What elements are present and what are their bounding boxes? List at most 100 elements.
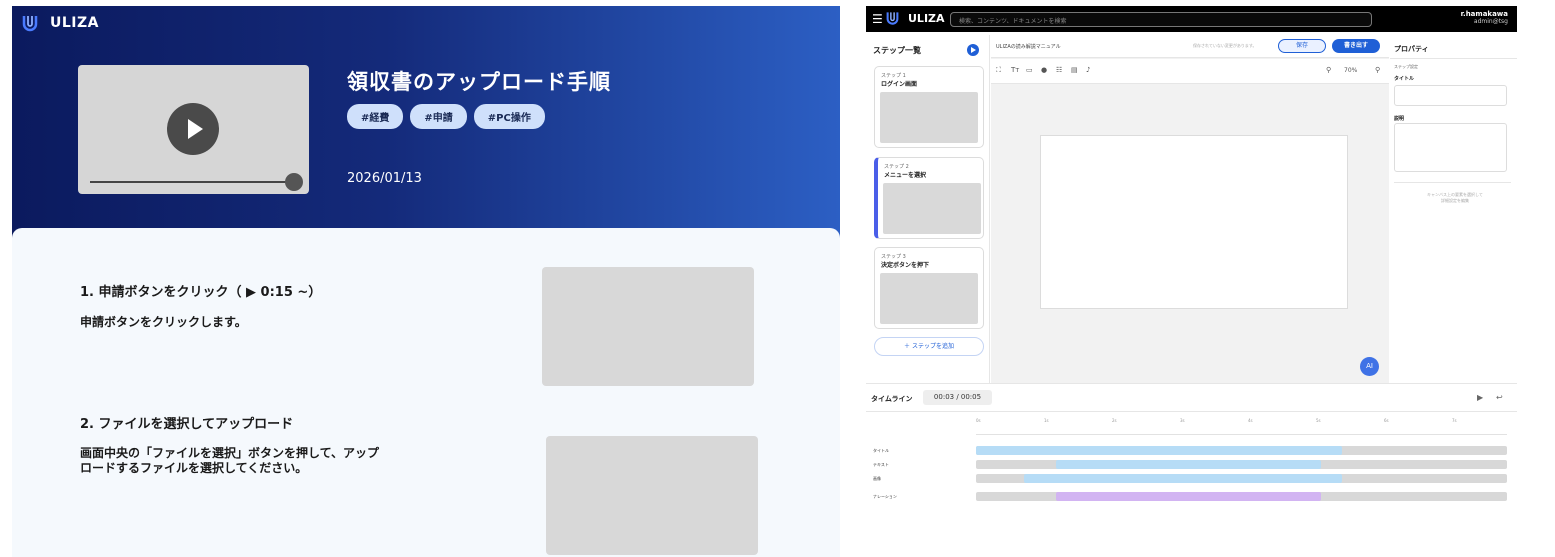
track-label: テキスト — [873, 462, 889, 467]
frame-icon[interactable]: ⛶ — [996, 66, 1001, 75]
step-thumbnail — [880, 92, 978, 143]
page-title: 領収書のアップロード手順 — [347, 70, 611, 94]
slide-canvas[interactable] — [1040, 135, 1348, 309]
step-title: メニューを選択 — [884, 172, 927, 179]
viewer-brand[interactable]: ULIZA — [22, 14, 99, 32]
timeline-clip[interactable] — [1055, 460, 1322, 469]
tag-chip[interactable]: #PC操作 — [473, 104, 545, 129]
document-bar: ULIZAの読み解説マニュアル 保存されていない変更があります。 保存 書き出す — [991, 35, 1389, 58]
layout-tool-icon[interactable]: ▤ — [1071, 66, 1078, 74]
seek-bar[interactable] — [90, 181, 295, 183]
list-tool-icon[interactable]: ☷ — [1056, 66, 1062, 74]
hint-line: 詳細設定を編集 — [1441, 198, 1469, 203]
properties-hint: キャンバス上の要素を選択して 詳細設定を編集 — [1400, 192, 1510, 204]
tag-chip[interactable]: #経費 — [347, 104, 404, 129]
divider — [866, 411, 1517, 412]
timeline-track[interactable] — [976, 460, 1507, 469]
properties-panel: プロパティ ステップ設定 タイトル 説明 キャンバス上の要素を選択して 詳細設定… — [1390, 35, 1517, 383]
timecode: 00:03 / 00:05 — [923, 390, 992, 405]
step-description-line: 画面中央の「ファイルを選択」ボタンを押して、アップ — [80, 446, 380, 460]
search-input[interactable]: 検索、コンテンツ、ドキュメントを検索 — [950, 12, 1372, 27]
title-input[interactable] — [1394, 85, 1507, 106]
step-card-active[interactable]: ステップ 2 メニューを選択 — [874, 157, 984, 239]
video-player[interactable] — [78, 65, 309, 194]
editor-panel: ☰ ULIZA 検索、コンテンツ、ドキュメントを検索 r.hamakawa ad… — [866, 6, 1517, 557]
user-account[interactable]: r.hamakawa admin@tsg — [1461, 10, 1508, 25]
zoom-in-icon[interactable]: ⚲ — [1375, 66, 1380, 74]
play-icon[interactable]: ▶ — [1477, 393, 1483, 402]
timeline-clip[interactable] — [1055, 492, 1322, 501]
seek-handle[interactable] — [285, 173, 303, 191]
user-name: r.hamakawa — [1460, 10, 1508, 18]
top-navbar: ☰ ULIZA 検索、コンテンツ、ドキュメントを検索 r.hamakawa ad… — [866, 6, 1517, 32]
timeline-tick-label: 5s — [1316, 418, 1321, 423]
hero-banner: ULIZA 領収書のアップロード手順 #経費 #申請 #PC操作 2026/01… — [12, 6, 840, 242]
menu-icon[interactable]: ☰ — [872, 12, 883, 26]
step-heading[interactable]: 2. ファイルを選択してアップロード — [80, 413, 293, 432]
brand-name: ULIZA — [50, 15, 99, 31]
canvas-toolbar: ⛶ Tт ▭ ● ☷ ▤ ♪ ⚲ 70% ⚲ — [991, 59, 1389, 84]
timeline-track[interactable] — [976, 492, 1507, 501]
text-tool-icon[interactable]: Tт — [1011, 66, 1019, 74]
document-name[interactable]: ULIZAの読み解説マニュアル — [996, 43, 1061, 50]
image-tool-icon[interactable]: ▭ — [1026, 66, 1033, 74]
timeline-tick-label: 0s — [976, 418, 981, 423]
step-heading[interactable]: 1. 申請ボタンをクリック（ ▶ 0:15 ~） — [80, 281, 321, 300]
properties-title: プロパティ — [1394, 45, 1429, 53]
track-label: 画像 — [873, 476, 881, 481]
divider — [1390, 58, 1517, 59]
step-title: ログイン画面 — [881, 81, 918, 88]
save-button[interactable]: 保存 — [1278, 39, 1326, 53]
tag-chip[interactable]: #申請 — [410, 104, 467, 129]
step-description: 申請ボタンをクリックします。 — [80, 315, 247, 329]
timeline-track[interactable] — [976, 446, 1507, 455]
step-number: ステップ 1 — [881, 73, 906, 79]
timeline-tick-label: 7s — [1452, 418, 1457, 423]
uliza-logo-icon — [886, 12, 899, 25]
ai-assistant-button[interactable]: AI — [1360, 357, 1379, 376]
step-card[interactable]: ステップ 3 決定ボタンを押下 — [874, 247, 984, 329]
step-thumbnail[interactable] — [546, 436, 758, 555]
play-icon[interactable] — [167, 103, 219, 155]
timeline-tick-label: 2s — [1112, 418, 1117, 423]
zoom-out-icon[interactable]: ⚲ — [1326, 66, 1331, 74]
step-number: ステップ 3 — [881, 254, 906, 260]
title-label: タイトル — [1394, 76, 1415, 82]
section-label: ステップ設定 — [1394, 64, 1418, 69]
timeline-title: タイムライン — [871, 395, 913, 403]
timeline-tick-label: 6s — [1384, 418, 1389, 423]
description-input[interactable] — [1394, 123, 1507, 172]
zoom-level: 70% — [1344, 67, 1358, 74]
step-thumbnail — [880, 273, 978, 324]
tag-list: #経費 #申請 #PC操作 — [347, 104, 545, 129]
timeline-tick-label: 1s — [1044, 418, 1049, 423]
timeline-clip[interactable] — [976, 446, 1343, 455]
timeline-ruler — [976, 434, 1507, 435]
timeline-tick-label: 3s — [1180, 418, 1185, 423]
step-card[interactable]: ステップ 1 ログイン画面 — [874, 66, 984, 148]
add-step-button[interactable]: ＋ ステップを追加 — [874, 337, 984, 356]
viewer-panel: ULIZA 領収書のアップロード手順 #経費 #申請 #PC操作 2026/01… — [12, 6, 840, 557]
step-description-line: ロードするファイルを選択してください。 — [80, 461, 308, 475]
shape-tool-icon[interactable]: ● — [1041, 66, 1047, 74]
canvas-area: ULIZAの読み解説マニュアル 保存されていない変更があります。 保存 書き出す… — [991, 35, 1389, 383]
step-number: ステップ 2 — [884, 164, 909, 170]
description-label: 説明 — [1394, 116, 1405, 122]
divider — [1394, 182, 1511, 183]
steps-content: 1. 申請ボタンをクリック（ ▶ 0:15 ~） 申請ボタンをクリックします。 … — [12, 228, 840, 557]
timeline-track[interactable] — [976, 474, 1507, 483]
play-icon[interactable] — [967, 44, 979, 56]
export-button[interactable]: 書き出す — [1332, 39, 1380, 53]
timeline-tick-label: 4s — [1248, 418, 1253, 423]
steps-title: ステップ一覧 — [873, 46, 921, 55]
user-email: admin@tsg — [1473, 18, 1508, 25]
unsaved-note: 保存されていない変更があります。 — [1193, 43, 1257, 48]
timeline-clip[interactable] — [1023, 474, 1343, 483]
uliza-logo-icon — [22, 16, 38, 32]
return-icon[interactable]: ↩ — [1496, 393, 1503, 402]
audio-tool-icon[interactable]: ♪ — [1086, 66, 1090, 74]
track-label: タイトル — [873, 448, 889, 453]
brand-name[interactable]: ULIZA — [908, 12, 945, 25]
step-thumbnail[interactable] — [542, 267, 754, 386]
step-thumbnail — [883, 183, 981, 234]
